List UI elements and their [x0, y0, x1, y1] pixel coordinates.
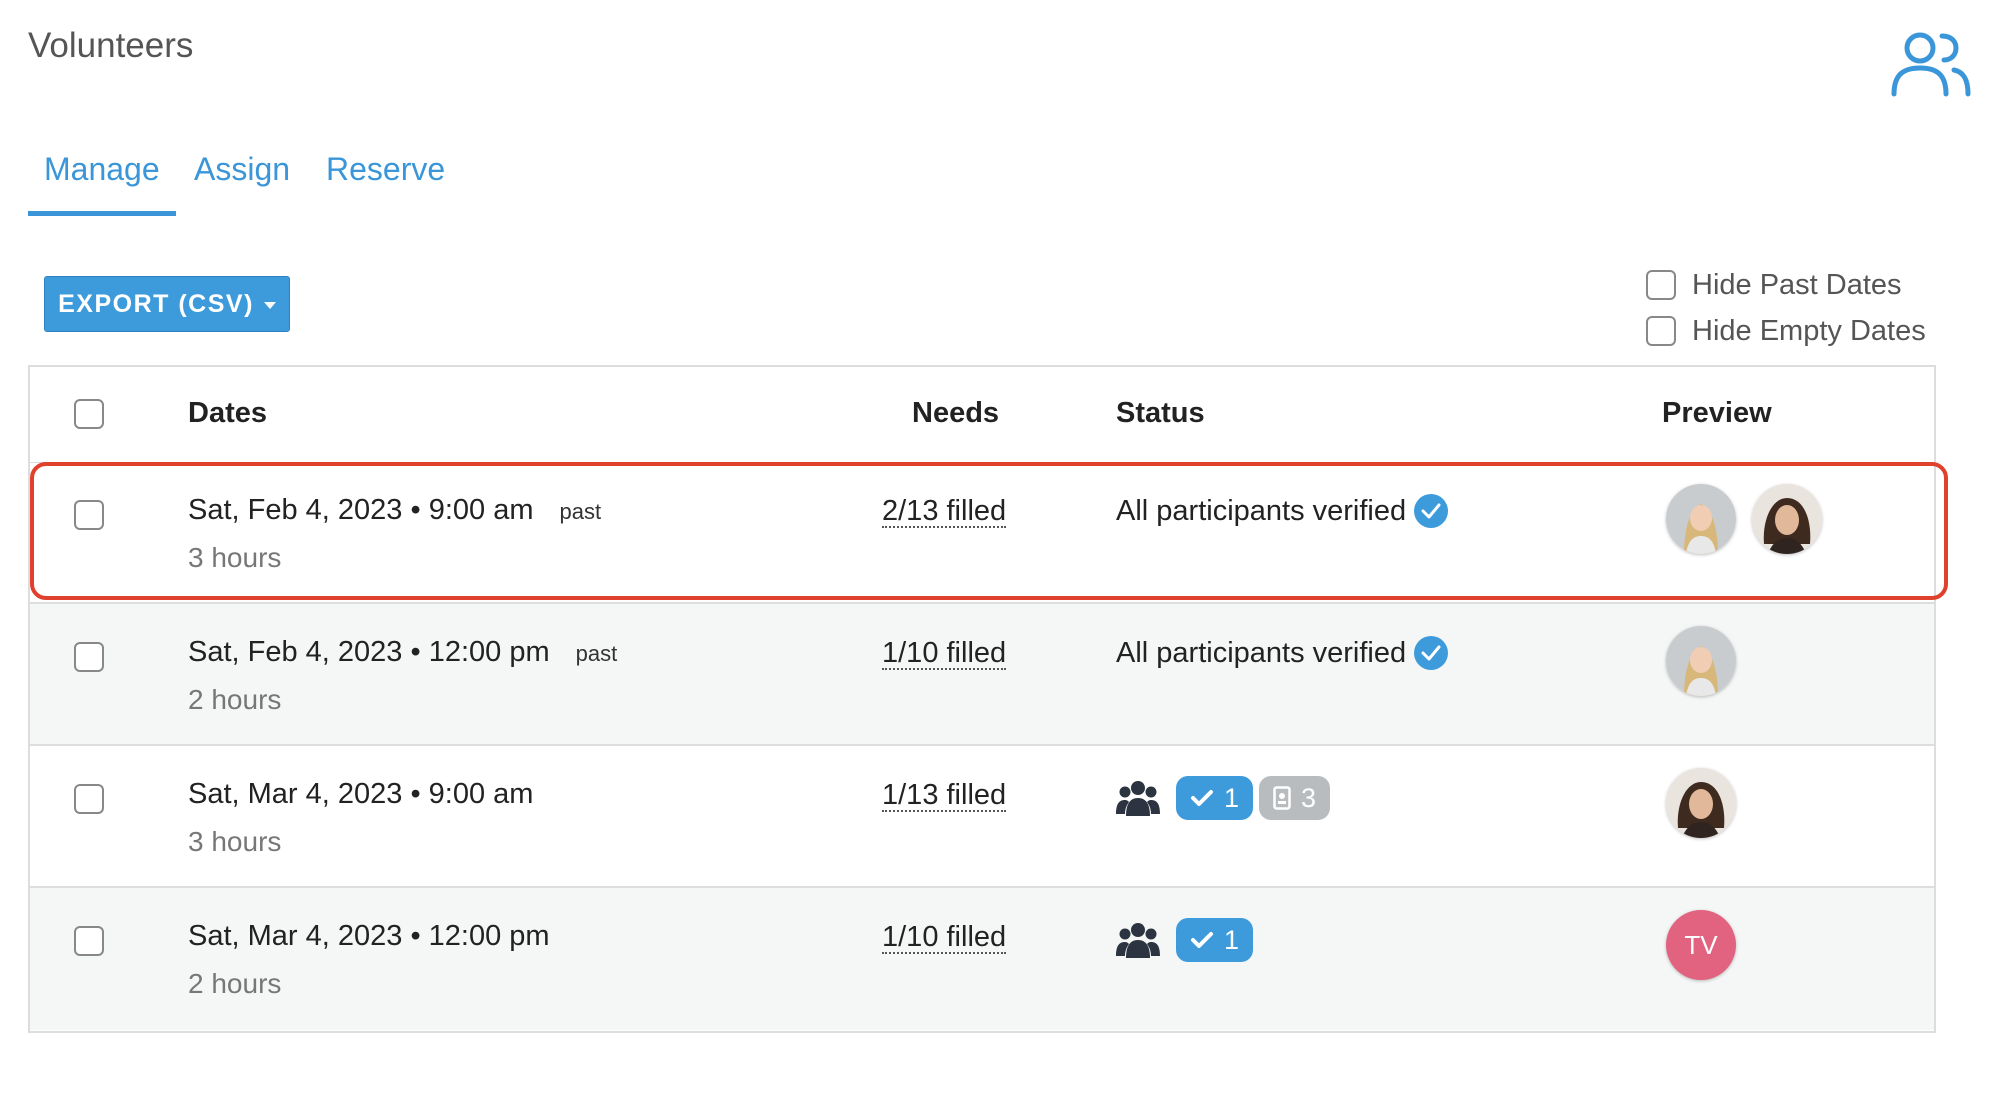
tab-assign[interactable]: Assign: [178, 145, 306, 211]
row-needs-link[interactable]: 1/10 filled: [882, 922, 1007, 954]
row-date-text: Sat, Feb 4, 2023 • 12:00 pm: [188, 636, 550, 668]
row-duration: 3 hours: [188, 542, 282, 573]
row-status: All participants verified: [1116, 634, 1450, 672]
row-date-text: Sat, Feb 4, 2023 • 9:00 am: [188, 494, 534, 526]
row-checkbox[interactable]: [74, 642, 104, 672]
preview-avatars: TV: [1666, 910, 1736, 980]
verified-check-icon: [1414, 636, 1449, 670]
volunteers-page: Volunteers Manage Assign Reserve EXPORT …: [0, 0, 1990, 1102]
check-icon: [1191, 932, 1213, 948]
verified-check-icon: [1414, 494, 1449, 528]
caret-down-icon: [263, 301, 276, 309]
export-csv-button[interactable]: EXPORT (CSV): [44, 276, 290, 332]
pending-count-badge[interactable]: 3: [1259, 776, 1331, 820]
column-header-needs: Needs: [912, 397, 1000, 429]
verified-count: 1: [1224, 782, 1240, 813]
hide-empty-dates-checkbox[interactable]: [1646, 316, 1676, 346]
dates-table: Dates Needs Status Preview Sat, Feb 4, 2…: [28, 365, 1936, 1033]
select-all-checkbox[interactable]: [74, 399, 104, 429]
table-row[interactable]: Sat, Feb 4, 2023 • 12:00 pm past 2 hours…: [30, 604, 1934, 746]
page-title: Volunteers: [28, 26, 194, 65]
tab-reserve[interactable]: Reserve: [310, 145, 461, 211]
group-icon: [1116, 923, 1160, 958]
table-header: Dates Needs Status Preview: [30, 367, 1934, 463]
row-needs-link[interactable]: 1/10 filled: [882, 638, 1007, 670]
check-icon: [1191, 790, 1213, 806]
row-date: Sat, Mar 4, 2023 • 12:00 pm: [188, 920, 550, 953]
preview-avatars: [1666, 768, 1752, 838]
avatar[interactable]: [1752, 484, 1822, 554]
status-text: All participants verified: [1116, 494, 1407, 527]
row-status: 1: [1116, 918, 1259, 962]
row-checkbox[interactable]: [74, 784, 104, 814]
table-row[interactable]: Sat, Mar 4, 2023 • 12:00 pm 2 hours 1/10…: [30, 888, 1934, 1030]
users-icon: [1891, 32, 1971, 97]
row-date: Sat, Mar 4, 2023 • 9:00 am: [188, 778, 533, 811]
row-duration: 3 hours: [188, 826, 282, 857]
verified-count-badge[interactable]: 1: [1176, 776, 1254, 820]
row-checkbox[interactable]: [74, 926, 104, 956]
status-text: All participants verified: [1116, 636, 1407, 669]
hide-past-dates-filter[interactable]: Hide Past Dates: [1646, 262, 1926, 308]
row-checkbox[interactable]: [74, 500, 104, 530]
avatar[interactable]: [1666, 484, 1736, 554]
avatar[interactable]: [1666, 768, 1736, 838]
hide-past-dates-checkbox[interactable]: [1646, 270, 1676, 300]
verified-count: 1: [1224, 924, 1240, 955]
row-status: All participants verified: [1116, 492, 1450, 530]
past-tag: past: [575, 641, 618, 666]
avatar[interactable]: [1666, 626, 1736, 696]
avatar-initials[interactable]: TV: [1666, 910, 1736, 980]
column-header-dates: Dates: [188, 397, 267, 429]
row-date: Sat, Feb 4, 2023 • 12:00 pm past: [188, 636, 617, 669]
hide-empty-dates-filter[interactable]: Hide Empty Dates: [1646, 308, 1926, 354]
row-date-text: Sat, Mar 4, 2023 • 9:00 am: [188, 778, 534, 810]
row-status: 1 3: [1116, 776, 1336, 820]
hide-empty-dates-label: Hide Empty Dates: [1692, 314, 1926, 347]
tab-manage[interactable]: Manage: [28, 145, 176, 216]
table-row[interactable]: Sat, Feb 4, 2023 • 9:00 am past 3 hours …: [30, 462, 1934, 604]
row-date-text: Sat, Mar 4, 2023 • 12:00 pm: [188, 920, 550, 952]
row-needs-link[interactable]: 1/13 filled: [882, 780, 1007, 812]
row-date: Sat, Feb 4, 2023 • 9:00 am past: [188, 494, 601, 527]
filter-options: Hide Past Dates Hide Empty Dates: [1646, 262, 1926, 354]
preview-avatars: [1666, 484, 1838, 554]
pending-count: 3: [1301, 782, 1317, 813]
table-row[interactable]: Sat, Mar 4, 2023 • 9:00 am 3 hours 1/13 …: [30, 746, 1934, 888]
export-csv-label: EXPORT (CSV): [58, 289, 254, 318]
preview-avatars: [1666, 626, 1752, 696]
row-duration: 2 hours: [188, 968, 282, 999]
hide-past-dates-label: Hide Past Dates: [1692, 268, 1902, 301]
group-icon: [1116, 781, 1160, 816]
row-needs-link[interactable]: 2/13 filled: [882, 496, 1007, 528]
id-badge-icon: [1273, 786, 1291, 810]
past-tag: past: [559, 499, 602, 524]
column-header-preview: Preview: [1662, 397, 1772, 429]
row-duration: 2 hours: [188, 684, 282, 715]
verified-count-badge[interactable]: 1: [1176, 918, 1254, 962]
column-header-status: Status: [1116, 397, 1205, 429]
